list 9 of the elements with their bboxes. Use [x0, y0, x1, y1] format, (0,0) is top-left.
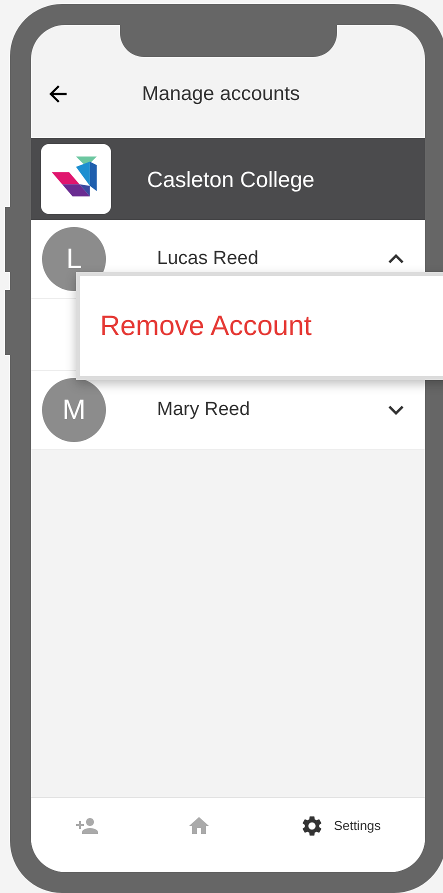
- remove-account-item[interactable]: Remove Account: [100, 305, 443, 347]
- gear-icon[interactable]: [300, 814, 324, 838]
- school-name: Casleton College: [147, 166, 315, 194]
- school-row[interactable]: Casleton College: [31, 138, 425, 220]
- avatar: M: [42, 378, 106, 442]
- account-name: Mary Reed: [157, 398, 251, 422]
- account-name: Lucas Reed: [157, 246, 260, 271]
- nav-label[interactable]: Settings: [334, 816, 381, 836]
- page-title: Manage accounts: [142, 82, 300, 106]
